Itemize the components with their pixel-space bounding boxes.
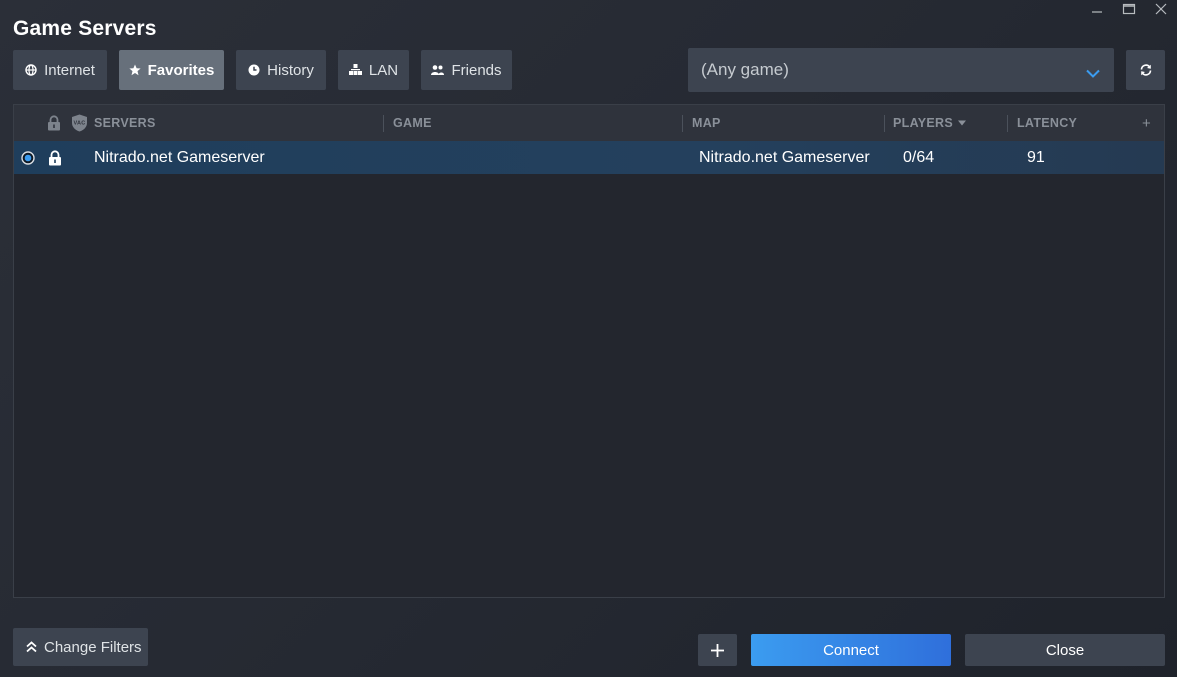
- star-icon: [129, 64, 141, 76]
- tab-friends-label: Friends: [451, 61, 502, 79]
- tab-favorites[interactable]: Favorites: [119, 50, 224, 90]
- change-filters-label: Change Filters: [44, 638, 142, 656]
- tab-lan-label: LAN: [368, 61, 399, 79]
- latency-cell: 91: [1027, 148, 1045, 166]
- game-filter-dropdown[interactable]: (Any game): [688, 48, 1114, 92]
- vac-shield-icon: VAC: [72, 114, 87, 132]
- radio-selected-icon: [21, 150, 35, 165]
- lock-icon: [49, 149, 61, 165]
- tab-internet-label: Internet: [44, 61, 95, 79]
- refresh-icon: [1140, 64, 1151, 76]
- add-server-button[interactable]: [698, 634, 737, 666]
- row-lock: [48, 141, 62, 174]
- clock-icon: [248, 64, 260, 76]
- maximize-button[interactable]: [1113, 0, 1145, 18]
- column-divider[interactable]: [682, 115, 683, 132]
- server-table: VAC SERVERS GAME MAP PLAYERS LATENCY + N…: [13, 104, 1165, 598]
- tab-favorites-label: Favorites: [147, 61, 215, 79]
- close-icon: [1155, 3, 1167, 15]
- lock-icon: [48, 115, 60, 131]
- lock-column-header[interactable]: [47, 105, 61, 141]
- map-column-header[interactable]: MAP: [692, 105, 721, 141]
- table-row[interactable]: Nitrado.net Gameserver Nitrado.net Games…: [14, 141, 1164, 174]
- tab-history-label: History: [267, 61, 314, 79]
- maximize-icon: [1122, 3, 1136, 15]
- sort-descending-icon: [958, 120, 966, 126]
- plus-icon: [711, 643, 724, 657]
- close-window-button[interactable]: [1145, 0, 1177, 18]
- tab-internet[interactable]: Internet: [13, 50, 107, 90]
- servers-column-header[interactable]: SERVERS: [94, 105, 156, 141]
- map-cell: Nitrado.net Gameserver: [699, 148, 870, 166]
- selected-indicator: [21, 141, 35, 174]
- game-filter-value: (Any game): [701, 60, 789, 79]
- chevron-down-icon: [1086, 63, 1100, 83]
- add-column-button[interactable]: +: [1142, 105, 1151, 141]
- latency-column-header[interactable]: LATENCY: [1017, 105, 1077, 141]
- vac-badge-text: VAC: [73, 121, 85, 127]
- globe-icon: [25, 64, 37, 76]
- game-column-header[interactable]: GAME: [393, 105, 432, 141]
- window-title: Game Servers: [13, 17, 157, 40]
- players-cell: 0/64: [903, 148, 935, 166]
- column-divider[interactable]: [1007, 115, 1008, 132]
- players-column-header[interactable]: PLAYERS: [893, 105, 967, 141]
- server-name-cell: Nitrado.net Gameserver: [94, 148, 265, 166]
- minimize-icon: [1092, 11, 1102, 13]
- column-divider[interactable]: [884, 115, 885, 132]
- minimize-button[interactable]: [1081, 0, 1113, 18]
- refresh-button[interactable]: [1126, 50, 1165, 90]
- column-divider[interactable]: [383, 115, 384, 132]
- players-column-label: PLAYERS: [893, 116, 953, 130]
- double-chevron-up-icon: [26, 641, 37, 653]
- vac-column-header[interactable]: VAC: [71, 105, 88, 141]
- close-button[interactable]: Close: [965, 634, 1165, 666]
- lan-icon: [348, 64, 362, 76]
- window-controls: [1081, 0, 1177, 18]
- tab-friends[interactable]: Friends: [421, 50, 512, 90]
- connect-button[interactable]: Connect: [751, 634, 951, 666]
- tab-history[interactable]: History: [236, 50, 326, 90]
- change-filters-button[interactable]: Change Filters: [13, 628, 148, 666]
- friends-icon: [431, 64, 445, 76]
- table-header: VAC SERVERS GAME MAP PLAYERS LATENCY +: [14, 105, 1164, 141]
- tab-lan[interactable]: LAN: [338, 50, 409, 90]
